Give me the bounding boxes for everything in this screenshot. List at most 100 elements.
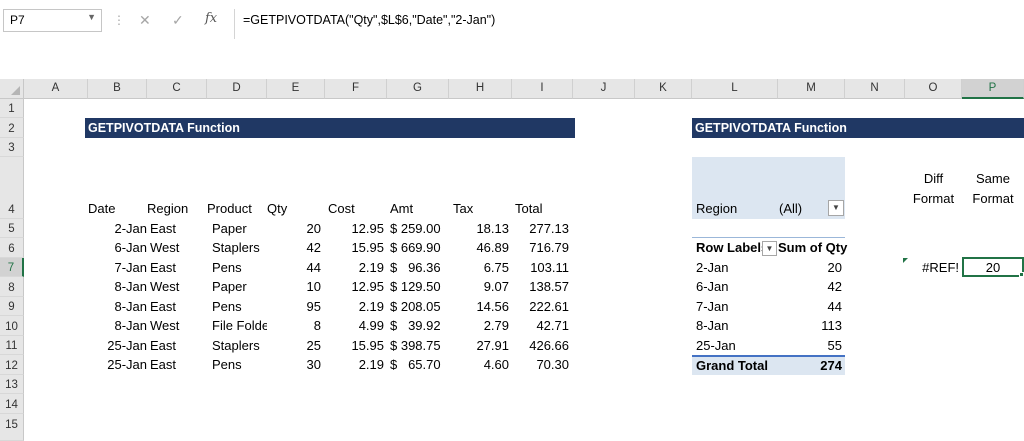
- row-header-11[interactable]: 11: [0, 336, 24, 355]
- column-header-i[interactable]: I: [512, 79, 573, 99]
- row-header-14[interactable]: 14: [0, 394, 24, 414]
- table-cell-total[interactable]: 103.11: [512, 258, 569, 278]
- table-cell-qty[interactable]: 42: [267, 238, 321, 258]
- column-header-g[interactable]: G: [387, 79, 449, 99]
- row-header-12[interactable]: 12: [0, 355, 24, 375]
- select-all-button[interactable]: [0, 79, 24, 99]
- table-cell-total[interactable]: 277.13: [512, 219, 569, 239]
- table-cell-date[interactable]: 7-Jan: [88, 258, 147, 278]
- table-cell-date[interactable]: 2-Jan: [88, 219, 147, 239]
- table-cell-tax[interactable]: 18.13: [449, 219, 509, 239]
- pivot-sum-header[interactable]: Sum of Qty: [778, 238, 858, 258]
- table-cell-product[interactable]: Staplers: [212, 336, 267, 356]
- pivot-grand-total-value[interactable]: 274: [778, 356, 842, 376]
- table-cell-amt[interactable]: $ 96.36: [390, 258, 446, 278]
- column-header-l[interactable]: L: [692, 79, 778, 99]
- row-header-7[interactable]: 7: [0, 258, 24, 277]
- pivot-row-labels-dropdown-icon[interactable]: ▼: [762, 241, 777, 256]
- row-header-10[interactable]: 10: [0, 316, 24, 336]
- table-cell-region[interactable]: West: [150, 277, 207, 297]
- cell-p7-value[interactable]: 20: [962, 258, 1024, 278]
- table-cell-qty[interactable]: 8: [267, 316, 321, 336]
- table-cell-amt[interactable]: $ 259.00: [390, 219, 446, 239]
- pivot-row-value[interactable]: 55: [778, 336, 842, 356]
- table-cell-cost[interactable]: 15.95: [325, 336, 384, 356]
- diff-format-label-line2[interactable]: Format: [905, 189, 962, 209]
- row-header-13[interactable]: 13: [0, 375, 24, 394]
- table-cell-amt[interactable]: $ 669.90: [390, 238, 446, 258]
- insert-function-icon[interactable]: fx: [205, 11, 217, 26]
- table-cell-tax[interactable]: 27.91: [449, 336, 509, 356]
- pivot-row-value[interactable]: 113: [778, 316, 842, 336]
- table-header-product[interactable]: Product: [207, 199, 267, 219]
- enter-icon[interactable]: ✓: [172, 12, 184, 29]
- table-cell-amt[interactable]: $ 208.05: [390, 297, 446, 317]
- table-cell-date[interactable]: 25-Jan: [88, 355, 147, 375]
- table-cell-amt[interactable]: $ 129.50: [390, 277, 446, 297]
- pivot-grand-total-label[interactable]: Grand Total: [696, 356, 776, 376]
- table-cell-total[interactable]: 716.79: [512, 238, 569, 258]
- table-cell-cost[interactable]: 12.95: [325, 219, 384, 239]
- row-header-4[interactable]: 4: [0, 157, 24, 219]
- table-cell-cost[interactable]: 12.95: [325, 277, 384, 297]
- table-cell-tax[interactable]: 9.07: [449, 277, 509, 297]
- table-cell-tax[interactable]: 4.60: [449, 355, 509, 375]
- table-cell-qty[interactable]: 30: [267, 355, 321, 375]
- table-cell-product[interactable]: Pens: [212, 297, 267, 317]
- table-header-tax[interactable]: Tax: [453, 199, 512, 219]
- table-cell-region[interactable]: West: [150, 238, 207, 258]
- table-cell-cost[interactable]: 4.99: [325, 316, 384, 336]
- table-cell-product[interactable]: Staplers: [212, 238, 267, 258]
- column-header-c[interactable]: C: [147, 79, 207, 99]
- table-cell-cost[interactable]: 15.95: [325, 238, 384, 258]
- cancel-icon[interactable]: ✕: [139, 12, 151, 29]
- same-format-label-line1[interactable]: Same: [962, 169, 1024, 189]
- pivot-row-label[interactable]: 7-Jan: [696, 297, 776, 317]
- column-header-j[interactable]: J: [573, 79, 635, 99]
- column-header-k[interactable]: K: [635, 79, 692, 99]
- row-header-1[interactable]: 1: [0, 99, 24, 118]
- table-cell-amt[interactable]: $ 398.75: [390, 336, 446, 356]
- table-header-region[interactable]: Region: [147, 199, 207, 219]
- table-cell-qty[interactable]: 20: [267, 219, 321, 239]
- table-header-amt[interactable]: Amt: [390, 199, 449, 219]
- pivot-row-value[interactable]: 42: [778, 277, 842, 297]
- table-cell-qty[interactable]: 95: [267, 297, 321, 317]
- table-cell-date[interactable]: 25-Jan: [88, 336, 147, 356]
- table-cell-region[interactable]: East: [150, 297, 207, 317]
- table-cell-date[interactable]: 8-Jan: [88, 297, 147, 317]
- table-header-date[interactable]: Date: [88, 199, 147, 219]
- diff-format-label-line1[interactable]: Diff: [905, 169, 962, 189]
- table-cell-qty[interactable]: 25: [267, 336, 321, 356]
- formula-input[interactable]: =GETPIVOTDATA("Qty",$L$6,"Date","2-Jan"): [234, 9, 1024, 39]
- row-header-9[interactable]: 9: [0, 297, 24, 316]
- cell-o7-ref-error[interactable]: #REF!: [905, 258, 959, 278]
- table-cell-region[interactable]: East: [150, 258, 207, 278]
- table-cell-region[interactable]: East: [150, 355, 207, 375]
- row-header-8[interactable]: 8: [0, 277, 24, 297]
- table-cell-qty[interactable]: 44: [267, 258, 321, 278]
- pivot-row-labels-header[interactable]: Row Labels: [696, 238, 762, 258]
- column-header-p[interactable]: P: [962, 79, 1024, 99]
- table-cell-date[interactable]: 8-Jan: [88, 277, 147, 297]
- row-header-2[interactable]: 2: [0, 118, 24, 138]
- chevron-down-icon[interactable]: ▼: [87, 12, 96, 22]
- table-cell-tax[interactable]: 46.89: [449, 238, 509, 258]
- table-cell-total[interactable]: 138.57: [512, 277, 569, 297]
- table-cell-date[interactable]: 6-Jan: [88, 238, 147, 258]
- table-cell-date[interactable]: 8-Jan: [88, 316, 147, 336]
- column-header-d[interactable]: D: [207, 79, 267, 99]
- pivot-row-label[interactable]: 25-Jan: [696, 336, 776, 356]
- same-format-label-line2[interactable]: Format: [962, 189, 1024, 209]
- table-cell-region[interactable]: East: [150, 219, 207, 239]
- table-cell-total[interactable]: 70.30: [512, 355, 569, 375]
- table-cell-product[interactable]: Pens: [212, 355, 267, 375]
- table-cell-region[interactable]: West: [150, 316, 207, 336]
- table-header-cost[interactable]: Cost: [328, 199, 387, 219]
- table-cell-region[interactable]: East: [150, 336, 207, 356]
- fill-handle[interactable]: [1019, 272, 1024, 277]
- table-header-total[interactable]: Total: [515, 199, 573, 219]
- column-header-f[interactable]: F: [325, 79, 387, 99]
- pivot-row-label[interactable]: 2-Jan: [696, 258, 776, 278]
- table-cell-tax[interactable]: 6.75: [449, 258, 509, 278]
